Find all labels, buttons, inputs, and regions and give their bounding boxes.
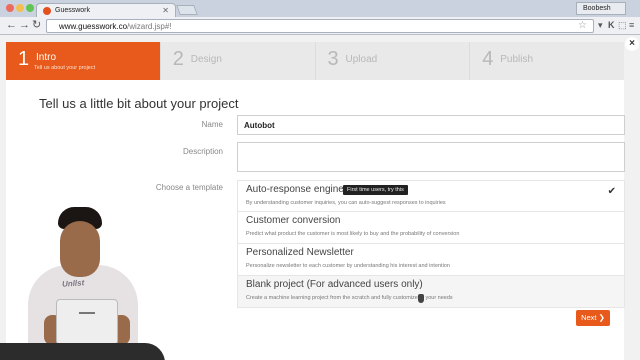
- step-number: 2: [172, 48, 184, 70]
- template-description: By understanding customer inquiries, you…: [246, 200, 446, 206]
- step-number: 1: [18, 48, 30, 70]
- template-option-auto-response[interactable]: Auto-response engine By understanding cu…: [237, 180, 625, 212]
- wizard-steps: 1 Intro Tell us about your project 2 Des…: [6, 42, 624, 80]
- bookmark-star-icon[interactable]: ☆: [578, 20, 587, 31]
- step-label: Publish: [500, 54, 534, 65]
- step-label: Design: [190, 54, 222, 65]
- profile-name: Boobesh: [583, 5, 611, 12]
- extension-icon-3[interactable]: ⬚: [618, 19, 627, 31]
- template-description: Predict what product the customer is mos…: [246, 231, 460, 237]
- template-description: Personalize newsletter to each customer …: [246, 263, 450, 269]
- step-design[interactable]: 2 Design: [161, 42, 316, 80]
- back-icon[interactable]: ←: [6, 19, 17, 31]
- shirt-print: Unllst: [61, 278, 85, 289]
- address-bar[interactable]: www.guesswork.co/wizard.jsp#! ☆: [46, 19, 594, 33]
- step-label: Intro: [36, 52, 57, 63]
- presenter-head: [60, 221, 100, 277]
- zoom-window-icon[interactable]: [26, 4, 34, 12]
- close-wizard-icon[interactable]: ×: [625, 37, 639, 51]
- template-name: Auto-response engine: [246, 184, 344, 195]
- laptop-logo: [79, 312, 95, 314]
- new-tab-button[interactable]: [176, 5, 198, 15]
- template-option-blank[interactable]: Blank project (For advanced users only) …: [237, 276, 625, 308]
- browser-tab[interactable]: Guesswork ✕: [36, 3, 176, 17]
- template-label: Choose a template: [155, 183, 223, 192]
- extension-icon-2[interactable]: K: [608, 19, 615, 31]
- tab-title: Guesswork: [55, 7, 91, 14]
- desk: [0, 343, 165, 360]
- tooltip: First time users, try this: [343, 185, 408, 195]
- template-list: Auto-response engine By understanding cu…: [237, 180, 625, 308]
- next-button[interactable]: Next ❯: [576, 310, 610, 326]
- forward-icon[interactable]: →: [19, 19, 30, 31]
- step-publish[interactable]: 4 Publish: [470, 42, 624, 80]
- mouse-cursor-icon: [418, 294, 424, 303]
- form-heading: Tell us a little bit about your project: [39, 96, 239, 111]
- webcam-overlay: Unllst: [0, 195, 165, 360]
- url-host: www.guesswork.co: [59, 22, 128, 31]
- profile-button[interactable]: Boobesh: [576, 2, 626, 15]
- template-name: Customer conversion: [246, 215, 341, 226]
- name-label: Name: [201, 120, 223, 129]
- laptop: [56, 299, 118, 345]
- step-subtitle: Tell us about your project: [34, 65, 96, 71]
- step-intro[interactable]: 1 Intro Tell us about your project: [6, 42, 161, 80]
- checkmark-icon: ✔: [607, 186, 616, 197]
- favicon-icon: [43, 7, 51, 15]
- tab-close-icon[interactable]: ✕: [162, 6, 169, 15]
- step-number: 3: [327, 48, 339, 70]
- extension-icon-1[interactable]: ▾: [598, 19, 603, 31]
- description-textarea[interactable]: [237, 142, 625, 172]
- step-label: Upload: [345, 54, 378, 65]
- menu-icon[interactable]: ≡: [629, 19, 634, 31]
- close-window-icon[interactable]: [6, 4, 14, 12]
- template-option-newsletter[interactable]: Personalized Newsletter Personalize news…: [237, 244, 625, 276]
- step-number: 4: [482, 48, 494, 70]
- url-path: /wizard.jsp#!: [127, 22, 172, 31]
- minimize-window-icon[interactable]: [16, 4, 24, 12]
- step-upload[interactable]: 3 Upload: [316, 42, 471, 80]
- template-name: Blank project (For advanced users only): [246, 279, 423, 290]
- reload-icon[interactable]: ↻: [32, 19, 41, 31]
- name-input[interactable]: Autobot: [237, 115, 625, 135]
- browser-toolbar: ← → ↻ www.guesswork.co/wizard.jsp#! ☆ ▾ …: [0, 17, 640, 35]
- template-description: Create a machine learning project from t…: [246, 295, 453, 301]
- browser-tabstrip: Guesswork ✕ Boobesh: [0, 0, 640, 17]
- template-option-customer-conversion[interactable]: Customer conversion Predict what product…: [237, 212, 625, 244]
- template-name: Personalized Newsletter: [246, 247, 354, 258]
- description-label: Description: [182, 147, 223, 156]
